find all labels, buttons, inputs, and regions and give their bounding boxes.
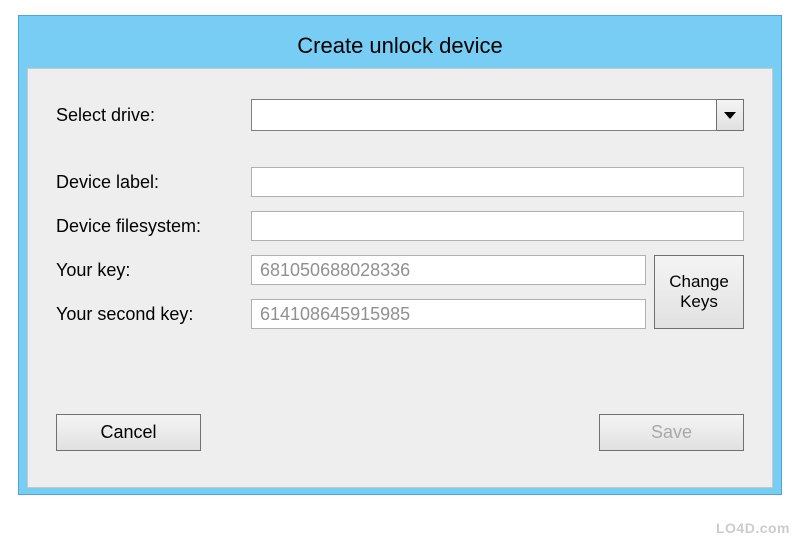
window: Create unlock device Select drive: Devic… [18,15,782,495]
row-your-key: Your key: [56,255,646,285]
your-second-key-input[interactable] [251,299,646,329]
device-label-label: Device label: [56,172,251,193]
select-drive-input[interactable] [251,99,716,131]
form: Select drive: Device label: Device files… [56,99,744,463]
row-device-filesystem: Device filesystem: [56,211,744,241]
change-keys-button[interactable]: Change Keys [654,255,744,329]
row-your-second-key: Your second key: [56,299,646,329]
device-filesystem-input[interactable] [251,211,744,241]
select-drive-dropdown-button[interactable] [716,99,744,131]
cancel-button[interactable]: Cancel [56,414,201,451]
watermark: LO4D.com [716,520,790,536]
keys-block: Your key: Your second key: Change Keys [56,255,744,329]
client-area: Select drive: Device label: Device files… [27,68,773,488]
save-button: Save [599,414,744,451]
device-filesystem-label: Device filesystem: [56,216,251,237]
spacer [56,145,744,167]
your-second-key-label: Your second key: [56,304,251,325]
your-key-input[interactable] [251,255,646,285]
keys-left: Your key: Your second key: [56,255,646,329]
your-key-label: Your key: [56,260,251,281]
button-row: Cancel Save [56,414,744,451]
select-drive-field[interactable] [251,99,744,131]
device-label-input[interactable] [251,167,744,197]
chevron-down-icon [724,112,736,119]
titlebar: Create unlock device [27,24,773,68]
row-select-drive: Select drive: [56,99,744,131]
row-device-label: Device label: [56,167,744,197]
select-drive-label: Select drive: [56,105,251,126]
window-title: Create unlock device [297,33,502,59]
